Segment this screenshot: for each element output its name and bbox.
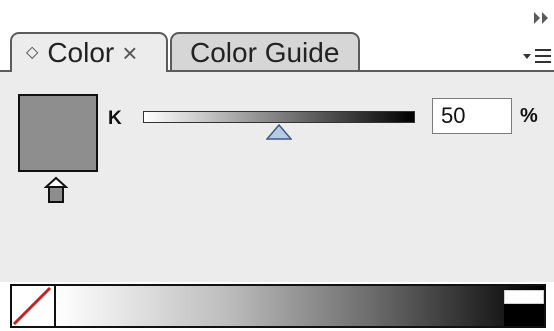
tab-color-label: Color — [47, 37, 115, 68]
tab-strip: ◇ Color × Color Guide — [0, 0, 554, 74]
none-swatch-icon — [12, 286, 52, 326]
percent-unit-label: % — [520, 105, 538, 127]
fill-color-swatch[interactable] — [18, 94, 98, 172]
k-slider-thumb[interactable] — [266, 124, 292, 140]
color-panel: ◇ Color × Color Guide K % — [0, 0, 554, 331]
k-slider-track[interactable] — [143, 111, 415, 123]
tab-color-guide-label: Color Guide — [190, 37, 340, 68]
tab-updown-icon[interactable]: ◇ — [26, 45, 38, 61]
out-of-web-color-warning-icon[interactable] — [44, 176, 68, 206]
tab-color-guide[interactable]: Color Guide — [170, 32, 360, 72]
tab-color[interactable]: ◇ Color × — [10, 32, 168, 72]
color-spectrum-ramp[interactable] — [10, 284, 546, 328]
k-channel-label: K — [108, 108, 122, 129]
panel-menu-icon[interactable] — [522, 46, 552, 68]
panel-body: K % — [0, 70, 554, 282]
white-swatch[interactable] — [504, 290, 544, 304]
none-swatch[interactable] — [12, 286, 56, 326]
grayscale-ramp[interactable] — [56, 286, 544, 326]
collapse-panel-icon[interactable] — [534, 12, 550, 24]
black-swatch[interactable] — [504, 304, 544, 326]
k-value-input[interactable] — [432, 98, 512, 134]
close-tab-icon[interactable]: × — [122, 40, 137, 66]
